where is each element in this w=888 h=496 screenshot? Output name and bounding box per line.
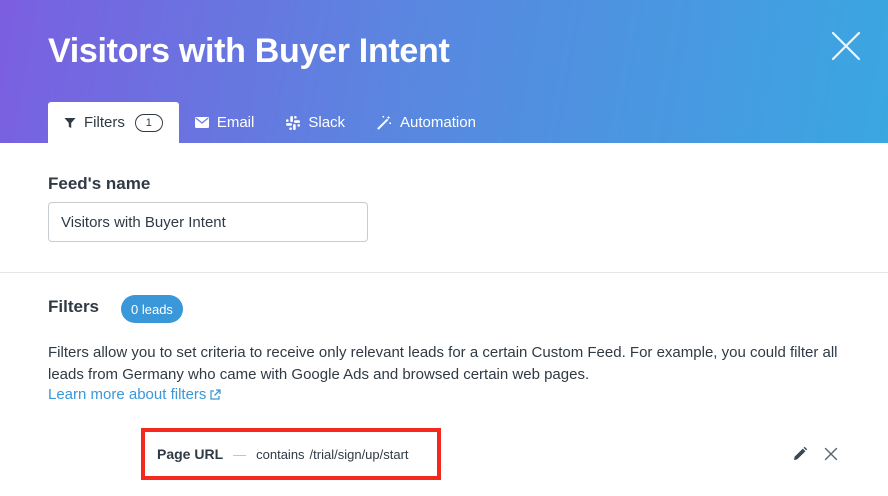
filter-operator: contains	[256, 446, 305, 462]
tab-automation[interactable]: Automation	[361, 102, 492, 143]
filter-separator: —	[233, 446, 247, 462]
feed-name-input[interactable]	[48, 202, 368, 242]
remove-filter-close-icon[interactable]	[823, 446, 839, 462]
tab-filters-label: Filters	[84, 114, 125, 131]
filters-description: Filters allow you to set criteria to rec…	[48, 344, 838, 383]
tab-filters[interactable]: Filters 1	[48, 102, 179, 143]
close-icon[interactable]	[830, 30, 862, 62]
tab-slack-label: Slack	[308, 114, 346, 131]
external-link-icon	[210, 388, 222, 400]
learn-more-link[interactable]: Learn more about filters	[48, 386, 222, 403]
tab-automation-label: Automation	[400, 114, 476, 131]
magic-wand-icon	[377, 115, 392, 130]
leads-count-badge: 0 leads	[121, 295, 183, 323]
filter-icon	[64, 117, 76, 128]
tab-email-label: Email	[216, 114, 255, 131]
envelope-icon	[194, 117, 209, 128]
modal-title: Visitors with Buyer Intent	[48, 32, 450, 70]
filters-count-badge: 1	[134, 113, 163, 132]
filter-value: /trial/sign/up/start	[309, 446, 409, 462]
slack-icon	[286, 115, 301, 130]
tab-bar: Filters 1 Email Slack Automation	[48, 102, 492, 143]
filters-heading: Filters	[48, 297, 100, 316]
section-divider	[0, 272, 888, 273]
tab-slack[interactable]: Slack	[270, 102, 361, 143]
filter-rule-row: Page URL — contains /trial/sign/up/start	[141, 428, 441, 480]
tab-email[interactable]: Email	[179, 102, 271, 143]
feed-name-label: Feed's name	[48, 174, 151, 193]
filter-field-label: Page URL	[157, 446, 224, 462]
learn-more-label: Learn more about filters	[48, 386, 207, 403]
edit-filter-pencil-icon[interactable]	[792, 446, 808, 462]
modal-header: Visitors with Buyer Intent Filters 1 Ema…	[0, 0, 888, 143]
